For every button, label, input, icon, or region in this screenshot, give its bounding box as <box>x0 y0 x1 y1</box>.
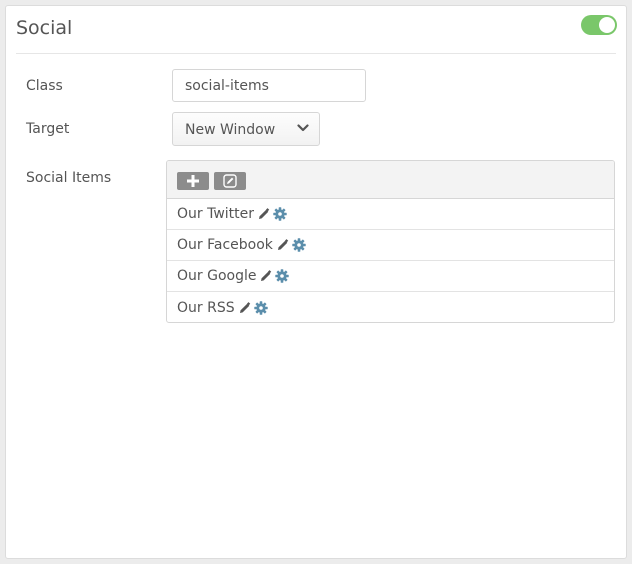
class-label: Class <box>26 78 63 94</box>
toggle-knob <box>599 17 615 33</box>
pencil-icon[interactable] <box>260 270 272 282</box>
list-item[interactable]: Our Facebook <box>167 230 614 261</box>
plus-icon <box>187 175 199 187</box>
class-input[interactable] <box>172 69 366 102</box>
item-label: Our Twitter <box>177 206 255 222</box>
gear-icon[interactable] <box>292 238 306 252</box>
gear-icon[interactable] <box>275 269 290 283</box>
item-label: Our RSS <box>177 299 235 316</box>
social-items-list: Our Twitter Our Facebook Our Google Our … <box>166 160 615 323</box>
pencil-icon[interactable] <box>277 239 289 251</box>
list-item[interactable]: Our Twitter <box>167 199 614 230</box>
edit-items-button[interactable] <box>214 172 246 190</box>
add-item-button[interactable] <box>177 172 209 190</box>
item-label: Our Google <box>177 268 257 284</box>
panel-title: Social <box>16 17 73 39</box>
pencil-icon[interactable] <box>258 208 270 220</box>
target-select-value: New Window <box>185 122 276 138</box>
social-items-label: Social Items <box>26 170 112 186</box>
pencil-icon[interactable] <box>239 301 251 314</box>
enable-toggle[interactable] <box>581 15 617 35</box>
list-item[interactable]: Our Google <box>167 261 614 292</box>
target-label: Target <box>26 121 70 137</box>
gear-icon[interactable] <box>273 207 287 221</box>
target-select[interactable]: New Window <box>172 112 320 146</box>
panel-header: Social <box>16 6 617 54</box>
edit-icon <box>223 174 237 188</box>
items-toolbar <box>167 161 614 199</box>
gear-icon[interactable] <box>253 300 268 315</box>
list-item[interactable]: Our RSS <box>167 292 614 322</box>
item-label: Our Facebook <box>177 237 273 253</box>
social-panel: Social Class Target New Window Social It… <box>5 5 627 559</box>
chevron-down-icon <box>297 124 309 132</box>
